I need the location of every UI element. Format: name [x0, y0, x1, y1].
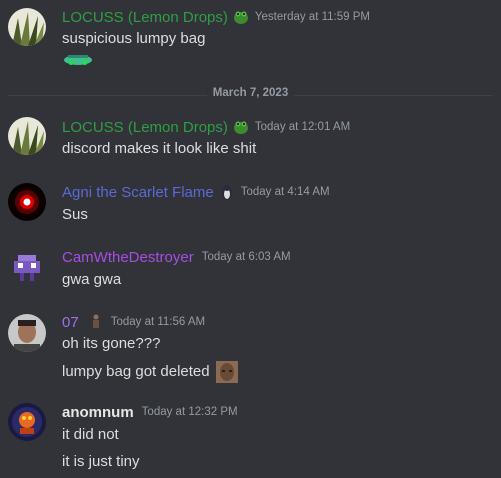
- message-text: oh its gone???: [62, 335, 161, 352]
- penguin-icon: [218, 183, 236, 201]
- frog-icon: [232, 118, 250, 136]
- timestamp: Yesterday at 11:59 PM: [254, 11, 370, 23]
- message-text: lumpy bag got deleted: [62, 362, 210, 380]
- face-emoji-icon[interactable]: [215, 361, 238, 383]
- timestamp: Today at 11:56 AM: [110, 316, 206, 328]
- avatar[interactable]: [8, 183, 46, 221]
- timestamp: Today at 4:14 AM: [240, 186, 330, 198]
- username[interactable]: CamWtheDestroyer: [62, 249, 194, 266]
- message-text: it did not: [62, 426, 119, 443]
- username[interactable]: LOCUSS (Lemon Drops): [62, 9, 228, 26]
- avatar[interactable]: [8, 403, 46, 441]
- username[interactable]: anomnum: [62, 404, 134, 421]
- timestamp: Today at 12:32 PM: [141, 406, 238, 418]
- message-text: Sus: [62, 206, 88, 223]
- username[interactable]: LOCUSS (Lemon Drops): [62, 119, 228, 136]
- frog-icon: [232, 8, 250, 26]
- avatar[interactable]: [8, 249, 46, 287]
- avatar[interactable]: [8, 117, 46, 155]
- message-text: suspicious lumpy bag: [62, 30, 206, 47]
- bag-sticker-icon[interactable]: [62, 52, 94, 70]
- username[interactable]: Agni the Scarlet Flame: [62, 184, 214, 201]
- username[interactable]: 07: [62, 314, 79, 331]
- message-text-line-2: lumpy bag got deleted: [62, 361, 238, 383]
- date-divider: March 7, 2023: [206, 87, 295, 99]
- figure-icon: [87, 313, 105, 331]
- avatar[interactable]: [8, 314, 46, 352]
- message-text: it is just tiny: [62, 453, 140, 470]
- message-text: discord makes it look like shit: [62, 140, 257, 157]
- timestamp: Today at 6:03 AM: [201, 251, 291, 263]
- message-text: gwa gwa: [62, 271, 122, 288]
- timestamp: Today at 12:01 AM: [254, 121, 351, 133]
- avatar[interactable]: [8, 8, 46, 46]
